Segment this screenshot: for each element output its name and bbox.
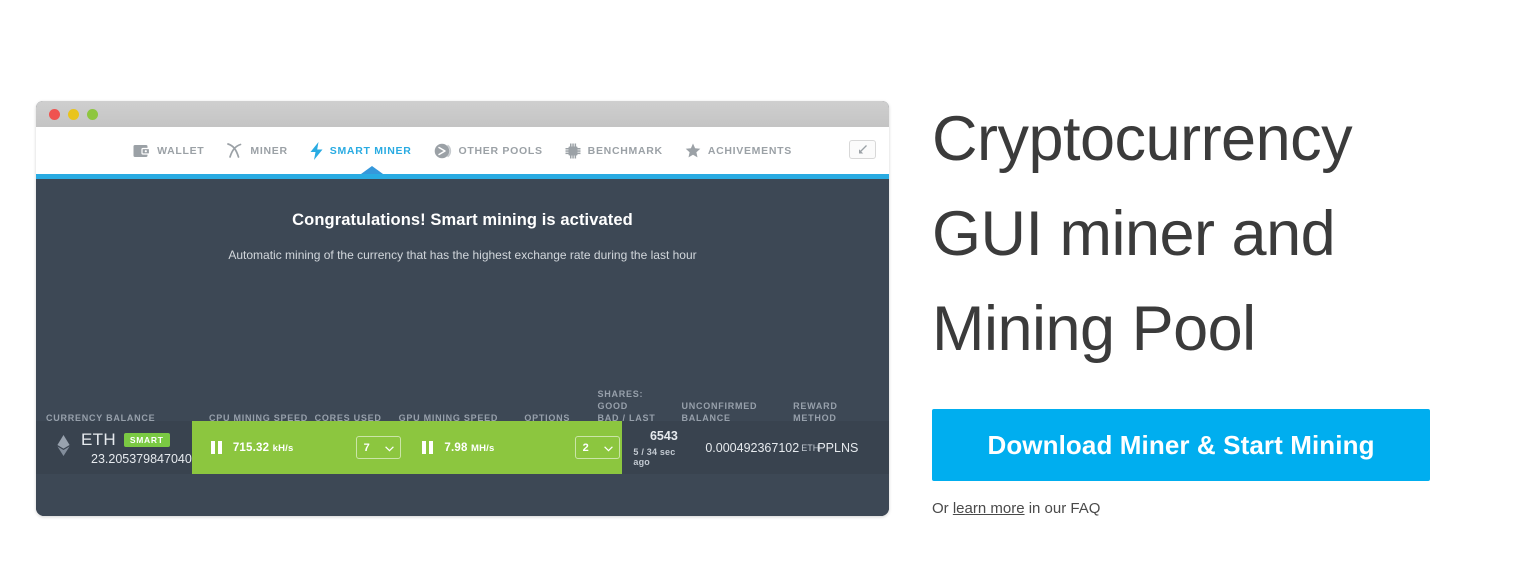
shares-good-value: 6543 (649, 429, 678, 443)
nav-tab-miner-label: MINER (250, 144, 288, 157)
shares-separator: / (641, 447, 645, 457)
cell-gpu-mining-speed[interactable]: 7.98 MH/s (403, 421, 571, 474)
cores-used-select[interactable]: 7 (355, 436, 401, 459)
cell-cpu-mining-speed[interactable]: 715.32 kH/s (191, 421, 352, 474)
nav-tab-miner[interactable]: MINER (226, 142, 288, 159)
pause-icon-cpu[interactable] (210, 441, 222, 454)
promo-heading-line1: Cryptocurrency (932, 104, 1353, 174)
nav-tab-achivements-label: ACHIVEMENTS (707, 144, 792, 157)
cell-currency-balance: ETH SMART 23.205379847040 (36, 421, 192, 474)
cores-used-value: 7 (363, 441, 370, 454)
cell-unconfirmed-balance: 0.000492367102 ETH (694, 421, 819, 474)
hero-title: Congratulations! Smart mining is activat… (292, 211, 633, 229)
nav-tab-achivements[interactable]: ACHIVEMENTS (685, 143, 792, 158)
status-badge: SMART (123, 432, 170, 447)
col-header-shares-line1: SHARES: GOOD (597, 389, 644, 411)
shares-sub: 5 / 34 sec ago (633, 447, 694, 467)
nav-tab-smart-miner[interactable]: SMART MINER (310, 141, 412, 160)
shares-last-value: 34 sec ago (633, 447, 676, 467)
minimize-window-button[interactable] (68, 108, 79, 120)
nav-tab-other-pools[interactable]: OTHER POOLS (434, 142, 543, 160)
pool-circle-icon (434, 142, 452, 160)
hero-message: Congratulations! Smart mining is activat… (36, 179, 889, 262)
nav-tab-benchmark-label: BENCHMARK (587, 144, 663, 157)
hero-subtitle: Automatic mining of the currency that ha… (228, 248, 697, 262)
active-tab-pointer (361, 166, 383, 174)
currency-symbol: ETH (81, 429, 116, 449)
maximize-window-button[interactable] (87, 108, 98, 120)
wallet-icon (133, 144, 151, 158)
learn-more-link[interactable]: learn more (953, 500, 1025, 517)
app-window: WALLET MINER SMART MINER OTHER POOLS BEN… (36, 101, 889, 516)
star-icon (685, 143, 701, 158)
col-header-reward-line1: REWARD (793, 401, 838, 411)
app-body: Congratulations! Smart mining is activat… (36, 179, 889, 516)
chevron-down-icon (603, 439, 613, 457)
app-navbar: WALLET MINER SMART MINER OTHER POOLS BEN… (36, 127, 889, 174)
promo-heading-line2: GUI miner and (932, 199, 1336, 269)
gpu-speed-value: 7.98 MH/s (444, 441, 495, 454)
shares-bad-value: 5 (633, 447, 639, 457)
pause-icon-gpu[interactable] (422, 441, 434, 454)
unconfirmed-balance-value: 0.000492367102 (705, 440, 800, 455)
nav-tab-smart-miner-label: SMART MINER (329, 144, 412, 157)
faq-line: Or learn more in our FAQ (932, 500, 1492, 517)
promo-heading-line3: Mining Pool (932, 294, 1256, 364)
mining-table-header: CURRENCY BALANCE CPU MINING SPEED CORES … (36, 388, 889, 424)
close-window-button[interactable] (49, 108, 60, 120)
ethereum-icon (57, 434, 70, 461)
nav-tab-benchmark[interactable]: BENCHMARK (565, 143, 663, 159)
download-miner-button[interactable]: Download Miner & Start Mining (932, 409, 1430, 481)
table-row: ETH SMART 23.205379847040 715.32 kH/s 7 (36, 421, 889, 474)
currency-balance-value: 23.205379847040 (91, 451, 192, 466)
window-titlebar (36, 101, 889, 127)
nav-tab-other-pools-label: OTHER POOLS (458, 144, 543, 157)
col-header-unconfirmed-line1: UNCONFIRMED (681, 401, 758, 411)
faq-prefix: Or (932, 500, 953, 517)
cell-shares: 6543 5 / 34 sec ago (622, 421, 694, 474)
cell-options: 2 (570, 421, 623, 474)
collapse-arrow-icon[interactable] (849, 140, 876, 159)
options-value: 2 (582, 441, 589, 454)
col-header-shares: SHARES: GOOD BAD / LAST (588, 388, 672, 424)
gpu-speed-unit: MH/s (471, 442, 495, 454)
cell-cores-used: 7 (351, 421, 404, 474)
chevron-down-icon (384, 439, 394, 457)
nav-tab-wallet[interactable]: WALLET (133, 144, 204, 158)
cpu-speed-value: 715.32 kH/s (232, 441, 294, 454)
cpu-speed-unit: kH/s (272, 442, 294, 454)
chip-icon (565, 143, 581, 159)
nav-items: WALLET MINER SMART MINER OTHER POOLS BEN… (133, 141, 792, 160)
faq-suffix: in our FAQ (1024, 500, 1101, 517)
nav-tab-wallet-label: WALLET (157, 144, 205, 157)
promo-panel: Cryptocurrency GUI miner and Mining Pool… (932, 92, 1492, 517)
pickaxe-icon (226, 142, 243, 159)
lightning-icon (310, 141, 323, 160)
cell-reward-method: PPLNS (817, 440, 859, 455)
options-select[interactable]: 2 (574, 436, 620, 459)
